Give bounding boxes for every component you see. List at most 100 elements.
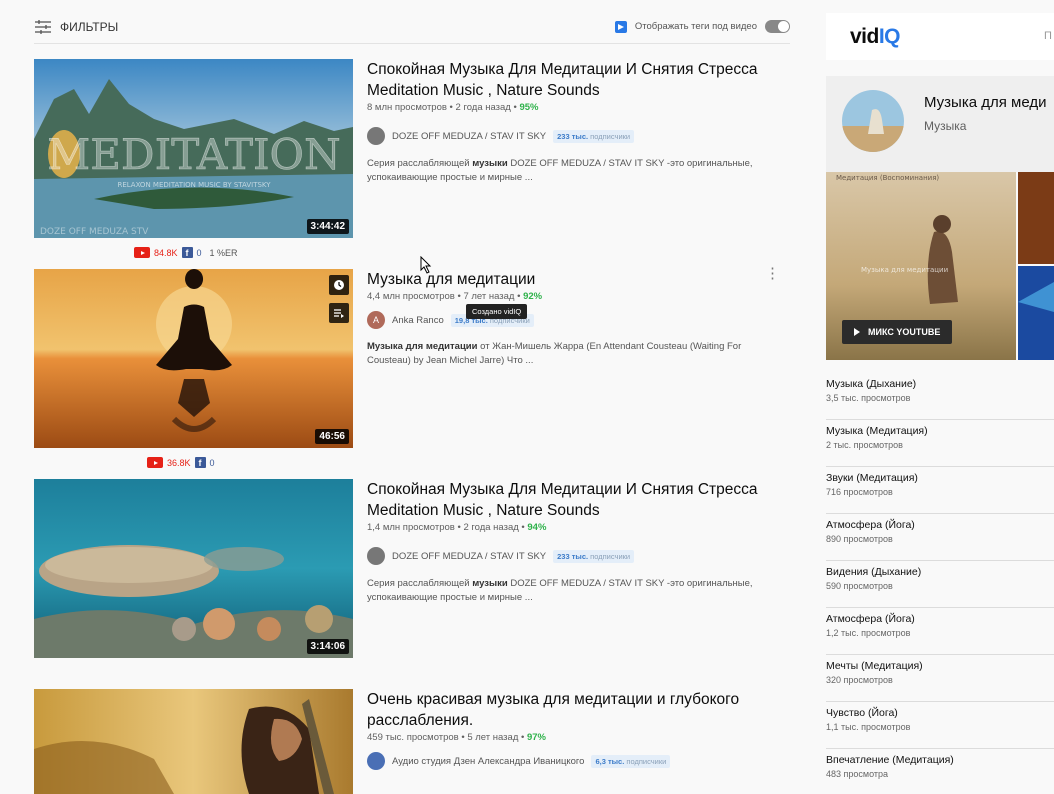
related-item[interactable]: Мечты (Медитация) 320 просмотров	[826, 655, 1054, 702]
related-title: Впечатление (Медитация)	[826, 754, 954, 766]
subscriber-count: 233 тыс.	[557, 551, 589, 561]
vidiq-play-icon	[614, 20, 627, 33]
channel-avatar[interactable]	[367, 127, 385, 145]
video-result: 3:14:06 Спокойная Музыка Для Медитации И…	[34, 479, 794, 679]
related-views: 890 просмотров	[826, 534, 893, 544]
thumbnail-watermark: DOZE OFF MEDUZA STV	[40, 227, 149, 237]
video-info: Очень красивая музыка для медитации и гл…	[367, 689, 767, 770]
video-result: MEDITATION RELAXON MEDITATION MUSIC BY S…	[34, 59, 794, 259]
mouse-cursor-icon	[420, 256, 432, 274]
related-list: Музыка (Дыхание) 3,5 тыс. просмотров Музы…	[826, 373, 1054, 794]
channel-name[interactable]: DOZE OFF MEDUZA / STAV IT SKY	[392, 131, 546, 142]
video-meta: 1,4 млн просмотров • 2 года назад • 94%	[367, 522, 767, 533]
mix-avatar	[842, 90, 904, 152]
video-thumbnail[interactable]: MEDITATION RELAXON MEDITATION MUSIC BY S…	[34, 59, 353, 238]
channel-row: Аудио студия Дзен Александра Иваницкого …	[367, 752, 767, 770]
related-item[interactable]: Музыка (Медитация) 2 тыс. просмотров	[826, 420, 1054, 467]
filter-sliders-icon	[35, 19, 51, 34]
like-ratio: 92%	[523, 291, 543, 302]
channel-avatar[interactable]: A	[367, 311, 385, 329]
related-views: 320 просмотров	[826, 675, 893, 685]
related-item[interactable]: Звуки (Медитация) 716 просмотров	[826, 467, 1054, 514]
filters-button[interactable]: ФИЛЬТРЫ	[34, 19, 118, 35]
channel-avatar[interactable]	[367, 547, 385, 565]
filters-label: ФИЛЬТРЫ	[60, 19, 119, 34]
video-thumbnail[interactable]: 3:14:06	[34, 479, 353, 658]
facebook-icon: f	[181, 247, 193, 258]
video-duration: 3:44:42	[306, 219, 349, 234]
mix-collage[interactable]: Медитация (Воспоминания) Музыка для меди…	[826, 172, 1054, 360]
desc-highlight: Музыка для медитации	[367, 341, 478, 352]
video-description: Музыка для медитации от Жан-Мишель Жарра…	[367, 340, 767, 368]
desc-part: Серия расслабляющей	[367, 578, 473, 589]
subscriber-word: подписчики	[590, 551, 631, 561]
related-item[interactable]: Атмосфера (Йога) 890 просмотров	[826, 514, 1054, 561]
related-views: 3,5 тыс. просмотров	[826, 393, 911, 403]
related-title: Чувство (Йога)	[826, 707, 898, 719]
facebook-shares: 0	[196, 247, 202, 258]
more-options-icon[interactable]: ⋮	[765, 266, 780, 281]
youtube-icon	[147, 457, 163, 468]
related-views: 1,1 тыс. просмотров	[826, 722, 911, 732]
desc-highlight: музыки	[472, 578, 508, 589]
related-item[interactable]: Атмосфера (Йога) 1,2 тыс. просмотров	[826, 608, 1054, 655]
right-sidebar: vidIQ П Музыка для меди Музыка Медитация…	[826, 0, 1054, 794]
engagement-rate: 1 %ER	[209, 247, 238, 258]
related-item[interactable]: Впечатление (Медитация) 483 просмотра	[826, 749, 1054, 794]
subscriber-badge: 233 тыс. подписчики	[553, 549, 635, 563]
collage-caption: Медитация (Воспоминания)	[836, 174, 939, 182]
add-to-queue-icon[interactable]	[329, 303, 349, 323]
video-title[interactable]: Спокойная Музыка Для Медитации И Снятия …	[367, 59, 767, 101]
subscriber-badge: 6,3 тыс. подписчики	[591, 754, 671, 768]
video-meta: 4,4 млн просмотров • 7 лет назад • 92%	[367, 291, 767, 302]
video-meta: 459 тыс. просмотров • 5 лет назад • 97%	[367, 732, 767, 743]
thumbnail-caption: MEDITATION	[47, 130, 340, 179]
subscriber-word: подписчики	[590, 131, 631, 141]
related-views: 2 тыс. просмотров	[826, 440, 903, 450]
youtube-mix-button[interactable]: МИКС YOUTUBE	[842, 320, 953, 344]
channel-row: DOZE OFF MEDUZA / STAV IT SKY 233 тыс. п…	[367, 547, 767, 565]
vidiq-tab[interactable]: П	[1044, 30, 1052, 42]
subscriber-word: подписчики	[626, 756, 667, 766]
related-title: Музыка (Дыхание)	[826, 378, 917, 390]
related-views: 590 просмотров	[826, 581, 893, 591]
related-views: 716 просмотров	[826, 487, 893, 497]
thumbnail-image	[34, 479, 353, 658]
related-item[interactable]: Видения (Дыхание) 590 просмотров	[826, 561, 1054, 608]
desc-highlight: музыки	[472, 158, 508, 169]
youtube-likes: 36.8K	[167, 457, 191, 468]
show-tags-toggle[interactable]	[765, 20, 790, 33]
channel-name[interactable]: DOZE OFF MEDUZA / STAV IT SKY	[392, 551, 546, 562]
video-title[interactable]: Спокойная Музыка Для Медитации И Снятия …	[367, 479, 767, 521]
vidiq-logo[interactable]: vidIQ	[850, 24, 901, 49]
mix-title[interactable]: Музыка для меди	[924, 94, 1046, 111]
video-thumbnail[interactable]	[34, 689, 353, 794]
social-stats: 36.8K f 0	[147, 457, 215, 468]
related-item[interactable]: Чувство (Йога) 1,1 тыс. просмотров	[826, 702, 1054, 749]
like-ratio: 95%	[519, 102, 539, 113]
channel-name[interactable]: Аудио студия Дзен Александра Иваницкого	[392, 756, 584, 767]
video-views-age: 459 тыс. просмотров • 5 лет назад •	[367, 732, 527, 743]
video-description: Серия расслабляющей музыки DOZE OFF MEDU…	[367, 577, 767, 605]
related-views: 483 просмотра	[826, 769, 889, 779]
watch-later-icon[interactable]	[329, 275, 349, 295]
video-thumbnail[interactable]: 46:56	[34, 269, 353, 448]
logo-part: IQ	[878, 24, 901, 48]
mix-card[interactable]: Музыка для меди Музыка	[826, 76, 1054, 172]
related-title: Атмосфера (Йога)	[826, 613, 915, 625]
channel-avatar[interactable]	[367, 752, 385, 770]
related-item[interactable]: Музыка (Дыхание) 3,5 тыс. просмотров	[826, 373, 1054, 420]
facebook-shares: 0	[209, 457, 215, 468]
channel-name[interactable]: Anka Ranco	[392, 315, 444, 326]
channel-row: A Anka Ranco 19,8 тыс. подписчики	[367, 311, 767, 329]
related-views: 1,2 тыс. просмотров	[826, 628, 911, 638]
video-title[interactable]: Очень красивая музыка для медитации и гл…	[367, 689, 767, 731]
related-title: Музыка (Медитация)	[826, 425, 928, 437]
created-by-vidiq-tooltip: Создано vidIQ	[466, 304, 528, 319]
video-info: Спокойная Музыка Для Медитации И Снятия …	[367, 59, 767, 185]
video-views-age: 4,4 млн просмотров • 7 лет назад •	[367, 291, 524, 302]
related-title: Видения (Дыхание)	[826, 566, 922, 578]
video-duration: 3:14:06	[306, 639, 349, 654]
vidiq-header: vidIQ П	[826, 13, 1054, 60]
youtube-icon	[134, 247, 150, 258]
